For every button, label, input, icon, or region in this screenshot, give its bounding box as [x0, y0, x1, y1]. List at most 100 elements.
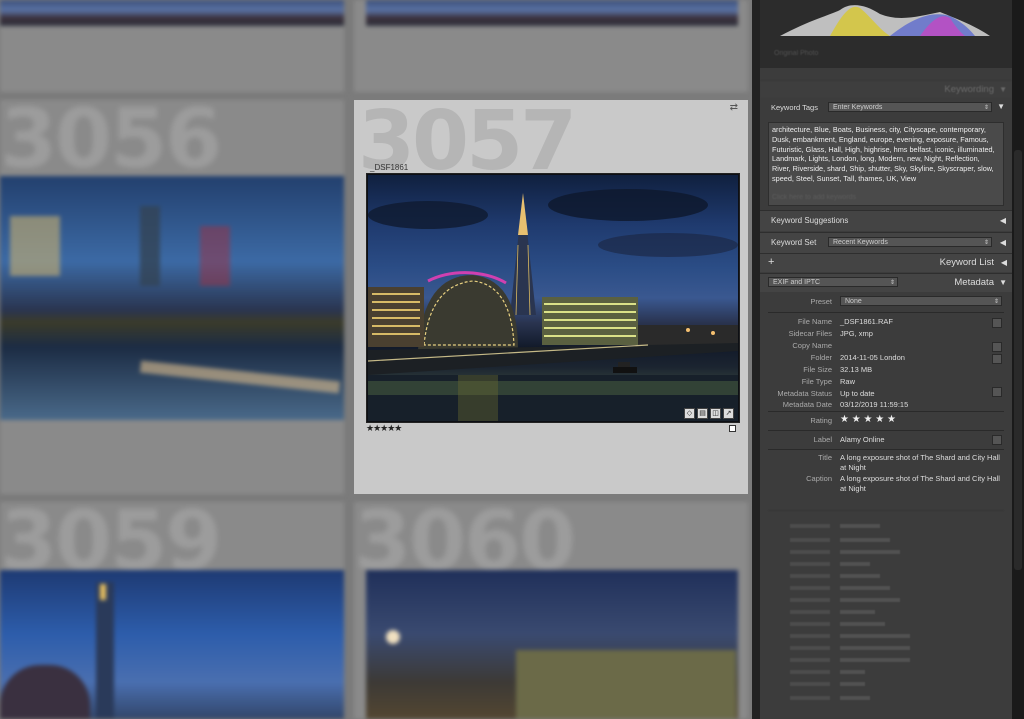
metadata-view-value: EXIF and IPTC — [773, 279, 821, 286]
add-keyword-plus-icon[interactable]: + — [768, 256, 774, 268]
grid-cell[interactable]: 3056 — [0, 100, 344, 494]
grid-cell[interactable] — [0, 0, 344, 92]
section-divider — [768, 430, 1004, 431]
faded-metadata-rows — [760, 510, 1012, 719]
arrow-action-icon[interactable] — [992, 342, 1002, 352]
section-divider — [768, 449, 1004, 450]
develop-badge-icon[interactable]: ◫ — [710, 408, 721, 419]
cityscape-illustration — [368, 189, 738, 421]
metadata-field-row: Sidecar Files JPG, xmp — [760, 329, 1012, 340]
panel-scrollbar[interactable] — [1012, 0, 1024, 719]
caption-label: Caption — [806, 474, 832, 483]
preset-label: Preset — [810, 297, 832, 306]
keyword-suggestions-header[interactable]: Keyword Suggestions ◀ — [760, 210, 1012, 231]
dropdown-arrows-icon: ⇕ — [983, 105, 989, 111]
label-dropdown-icon[interactable] — [992, 435, 1002, 445]
field-value: 2014-11-05 London — [840, 353, 905, 362]
rating-stars[interactable]: ★ ★ ★ ★ ★ — [840, 414, 896, 425]
field-label: Folder — [810, 353, 832, 362]
keyword-tags-select[interactable]: Enter Keywords ⇕ — [828, 102, 992, 112]
keyword-set-row: Keyword Set Recent Keywords ⇕ ◀ — [760, 232, 1012, 253]
field-label: Metadata Date — [782, 400, 832, 409]
keyword-badge-icon[interactable]: ◇ — [684, 408, 695, 419]
metadata-field-row: Copy Name — [760, 341, 1012, 352]
metadata-field-row: Metadata Date 03/12/2019 11:59:15 — [760, 400, 1012, 411]
rating-label: Rating — [810, 416, 832, 425]
collapse-left-icon: ◀ — [1000, 258, 1007, 267]
grid-cell[interactable]: 3059 — [0, 502, 344, 719]
keyword-set-select[interactable]: Recent Keywords ⇕ — [828, 237, 992, 247]
grid-cell[interactable] — [354, 0, 748, 92]
label-value[interactable]: Alamy Online — [840, 435, 885, 444]
sync-metadata-icon[interactable] — [992, 387, 1002, 397]
field-value: Raw — [840, 377, 856, 386]
metadata-title: Metadata — [954, 277, 994, 288]
selected-thumbnail[interactable]: ◇ ▤ ◫ ↗ — [366, 173, 740, 423]
keywording-title: Keywording — [944, 84, 994, 95]
section-divider — [768, 411, 1004, 412]
label-label: Label — [813, 435, 832, 444]
field-label: File Size — [803, 365, 832, 374]
right-panel: Original Photo Keywording ▼ Keyword Tags… — [760, 0, 1012, 719]
keyword-suggestions-label: Keyword Suggestions — [771, 216, 849, 225]
library-grid: 3056 3059 3060 3057 ⇄ _DSF1861 ◇ ▤ ◫ ↗ ★… — [0, 0, 752, 719]
collapse-triangle-icon: ▼ — [999, 85, 1007, 94]
selected-grid-cell[interactable]: 3057 ⇄ _DSF1861 ◇ ▤ ◫ ↗ ★★★★★ — [354, 100, 748, 494]
keyword-tags-value: Enter Keywords — [833, 104, 883, 111]
dropdown-arrows-icon: ⇕ — [889, 280, 895, 286]
grid-cell[interactable]: 3060 — [354, 502, 748, 719]
metadata-field-row: File Name _DSF1861.RAF — [760, 317, 1012, 328]
keyword-set-label: Keyword Set — [771, 238, 817, 247]
field-label: File Name — [797, 317, 832, 326]
collapse-left-icon[interactable]: ◀ — [1000, 238, 1006, 247]
expand-triangle-icon[interactable]: ▼ — [997, 102, 1005, 111]
field-label: File Type — [801, 377, 832, 386]
collapse-left-icon: ◀ — [999, 216, 1006, 225]
panel-divider[interactable] — [752, 0, 760, 719]
preset-select[interactable]: None ⇕ — [840, 296, 1002, 306]
thumbnail-image[interactable] — [0, 0, 344, 26]
metadata-field-row: Folder 2014-11-05 London — [760, 353, 1012, 364]
label-row: Label Alamy Online — [760, 435, 1012, 447]
keyword-list-title: Keyword List — [939, 257, 994, 268]
field-label: Sidecar Files — [788, 329, 832, 338]
title-row: Title A long exposure shot of The Shard … — [760, 453, 1012, 473]
thumbnail-image[interactable] — [366, 0, 738, 26]
thumbnail-filename: _DSF1861 — [370, 163, 409, 172]
field-label: Copy Name — [792, 341, 832, 350]
keyword-set-value: Recent Keywords — [833, 239, 888, 246]
dropdown-arrows-icon: ⇕ — [983, 240, 989, 246]
field-value: JPG, xmp — [840, 329, 873, 338]
photo-image: ◇ ▤ ◫ ↗ — [368, 175, 738, 421]
thumbnail-image[interactable] — [0, 570, 344, 719]
thumbnail-rating[interactable]: ★★★★★ — [366, 423, 402, 434]
field-value: 03/12/2019 11:59:15 — [840, 400, 909, 409]
metadata-header[interactable]: EXIF and IPTC ⇕ Metadata ▼ — [760, 273, 1012, 292]
metadata-field-row: Metadata Status Up to date — [760, 387, 1012, 400]
add-keywords-hint[interactable]: Click here to add keywords — [772, 193, 856, 203]
rotate-icon[interactable]: ⇄ — [730, 102, 738, 113]
arrow-action-icon[interactable] — [992, 354, 1002, 364]
title-label: Title — [818, 453, 832, 462]
cell-number: 3056 — [0, 100, 222, 187]
metadata-badge-icon[interactable]: ▤ — [697, 408, 708, 419]
thumbnail-image[interactable] — [366, 570, 738, 719]
thumbnail-badges: ◇ ▤ ◫ ↗ — [684, 408, 734, 419]
title-value[interactable]: A long exposure shot of The Shard and Ci… — [840, 453, 1000, 472]
flag-checkbox[interactable] — [729, 425, 736, 432]
caption-value[interactable]: A long exposure shot of The Shard and Ci… — [840, 474, 1000, 493]
metadata-view-select[interactable]: EXIF and IPTC ⇕ — [768, 277, 898, 287]
section-divider — [768, 312, 1004, 313]
thumbnail-image[interactable] — [0, 176, 344, 420]
keywording-header[interactable]: Keywording ▼ — [760, 80, 1012, 98]
keywords-textarea[interactable]: architecture, Blue, Boats, Business, cit… — [768, 122, 1004, 206]
histogram-chart — [780, 5, 990, 36]
keyword-list-header[interactable]: + Keyword List ◀ — [760, 253, 1012, 272]
list-action-icon[interactable] — [992, 318, 1002, 328]
metadata-field-row: File Type Raw — [760, 377, 1012, 388]
field-value[interactable]: _DSF1861.RAF — [840, 317, 893, 326]
preset-value: None — [845, 298, 862, 305]
metadata-field-row: File Size 32.13 MB — [760, 365, 1012, 376]
edit-badge-icon[interactable]: ↗ — [723, 408, 734, 419]
scrollbar-thumb[interactable] — [1014, 150, 1022, 570]
